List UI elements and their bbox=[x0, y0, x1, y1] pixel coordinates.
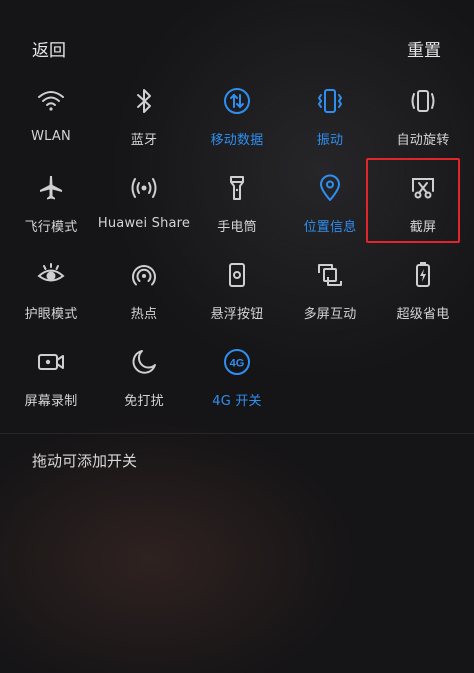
tile-flashlight[interactable]: 手电筒 bbox=[191, 164, 283, 251]
floating-button-icon bbox=[221, 259, 253, 291]
tile-label: 热点 bbox=[130, 307, 158, 322]
drag-hint-text: 拖动可添加开关 bbox=[32, 452, 138, 470]
tile-label: 蓝牙 bbox=[130, 133, 158, 148]
tile-bluetooth[interactable]: 蓝牙 bbox=[98, 77, 190, 164]
huawei-share-icon bbox=[128, 172, 160, 204]
screen-record-icon bbox=[35, 346, 67, 378]
tile-label: 多屏互动 bbox=[303, 307, 357, 322]
tile-label: 悬浮按钮 bbox=[210, 307, 264, 322]
bluetooth-icon bbox=[128, 85, 160, 117]
vibrate-icon bbox=[314, 85, 346, 117]
tile-label: 免打扰 bbox=[124, 394, 164, 409]
tile-screen-record[interactable]: 屏幕录制 bbox=[5, 338, 97, 425]
tile-label: 4G 开关 bbox=[212, 394, 262, 409]
tile-label: 飞行模式 bbox=[24, 220, 78, 235]
multi-screen-icon bbox=[314, 259, 346, 291]
tile-do-not-disturb[interactable]: 免打扰 bbox=[98, 338, 190, 425]
back-button[interactable]: 返回 bbox=[32, 36, 66, 61]
tile-label: 超级省电 bbox=[396, 307, 450, 322]
eye-comfort-icon bbox=[35, 259, 67, 291]
auto-rotate-icon bbox=[407, 85, 439, 117]
tile-vibrate[interactable]: 振动 bbox=[284, 77, 376, 164]
wifi-icon bbox=[35, 85, 67, 117]
4g-icon: 4G bbox=[221, 346, 253, 378]
tile-auto-rotate[interactable]: 自动旋转 bbox=[377, 77, 469, 164]
tile-wlan[interactable]: WLAN bbox=[5, 77, 97, 164]
tile-eye-comfort[interactable]: 护眼模式 bbox=[5, 251, 97, 338]
tile-power-saving[interactable]: 超级省电 bbox=[377, 251, 469, 338]
mobile-data-icon bbox=[221, 85, 253, 117]
tile-label: 振动 bbox=[316, 133, 344, 148]
tile-airplane[interactable]: 飞行模式 bbox=[5, 164, 97, 251]
tile-huawei-share[interactable]: Huawei Share bbox=[98, 164, 190, 251]
tile-label: 护眼模式 bbox=[24, 307, 78, 322]
tile-hotspot[interactable]: 热点 bbox=[98, 251, 190, 338]
tile-label: 移动数据 bbox=[210, 133, 264, 148]
airplane-icon bbox=[35, 172, 67, 204]
hotspot-icon bbox=[128, 259, 160, 291]
power-saving-icon bbox=[407, 259, 439, 291]
tile-label: Huawei Share bbox=[97, 216, 191, 231]
tile-label: 自动旋转 bbox=[396, 133, 450, 148]
reset-button[interactable]: 重置 bbox=[407, 36, 441, 61]
tile-label: 位置信息 bbox=[303, 220, 357, 235]
location-icon bbox=[314, 172, 346, 204]
tile-4g[interactable]: 4G 4G 开关 bbox=[191, 338, 283, 425]
divider bbox=[0, 433, 474, 434]
screenshot-highlight-box bbox=[366, 158, 460, 243]
tile-label: 手电筒 bbox=[217, 220, 257, 235]
tile-floating-button[interactable]: 悬浮按钮 bbox=[191, 251, 283, 338]
tile-label: WLAN bbox=[31, 129, 71, 144]
tile-location[interactable]: 位置信息 bbox=[284, 164, 376, 251]
flashlight-icon bbox=[221, 172, 253, 204]
tile-mobile-data[interactable]: 移动数据 bbox=[191, 77, 283, 164]
svg-text:4G: 4G bbox=[230, 358, 245, 370]
quick-settings-grid: WLAN 蓝牙 移动数据 振动 自动旋转 飞行模式 Huawei Share 手… bbox=[0, 77, 474, 425]
do-not-disturb-icon bbox=[128, 346, 160, 378]
tile-label: 屏幕录制 bbox=[24, 394, 78, 409]
tile-multi-screen[interactable]: 多屏互动 bbox=[284, 251, 376, 338]
